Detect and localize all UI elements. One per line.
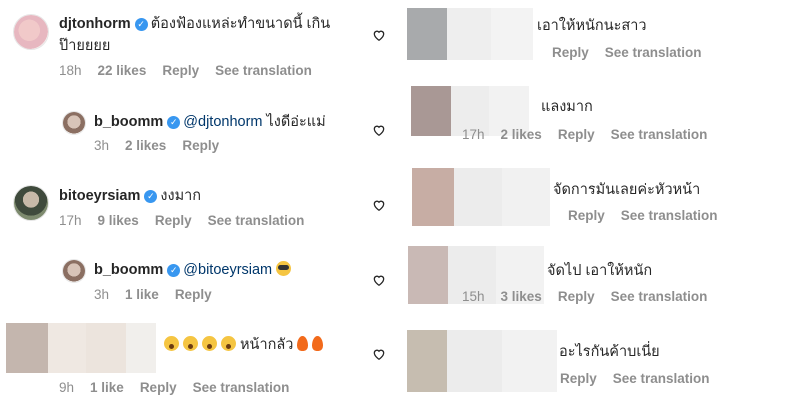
censored-username-block: [407, 8, 533, 60]
mention-link[interactable]: @bitoeyrsiam: [183, 262, 272, 278]
username[interactable]: b_boomm: [94, 114, 163, 130]
comment-text: อะไรกันค้าบเนี่ย: [559, 344, 660, 360]
comment-text: จัดไป เอาให้หนัก: [547, 263, 653, 279]
see-translation-button[interactable]: See translation: [215, 63, 312, 78]
see-translation-button[interactable]: See translation: [611, 127, 708, 142]
comment-time: 9h: [59, 380, 75, 395]
verified-badge-icon: ✓: [144, 190, 158, 203]
censored-username-block: [407, 330, 557, 392]
verified-badge-icon: ✓: [167, 264, 181, 277]
surprised-emoji-icon: [183, 336, 198, 351]
comment-time: 18h: [59, 63, 82, 78]
comment-time: 15h: [462, 289, 485, 304]
surprised-emoji-icon: [164, 336, 179, 351]
fire-emoji-icon: [312, 336, 324, 351]
heart-icon[interactable]: [372, 347, 386, 361]
heart-icon[interactable]: [372, 123, 386, 137]
comment-time: 3h: [94, 287, 110, 302]
likes-count[interactable]: 1 like: [125, 287, 159, 302]
see-translation-button[interactable]: See translation: [613, 371, 710, 386]
heart-icon[interactable]: [372, 198, 386, 212]
censored-username-block: [6, 323, 156, 373]
username[interactable]: djtonhorm: [59, 16, 131, 32]
reply-button[interactable]: Reply: [558, 127, 595, 142]
comment-time: 17h: [59, 213, 82, 228]
likes-count[interactable]: 3 likes: [501, 289, 542, 304]
mention-link[interactable]: @djtonhorm: [183, 114, 262, 130]
avatar[interactable]: [13, 185, 49, 221]
likes-count[interactable]: 2 likes: [125, 138, 166, 153]
likes-count[interactable]: 22 likes: [98, 63, 147, 78]
reply-button[interactable]: Reply: [568, 208, 605, 223]
surprised-emoji-icon: [202, 336, 217, 351]
comment-text: หน้ากลัว: [240, 337, 294, 353]
heart-icon[interactable]: [372, 273, 386, 287]
heart-icon[interactable]: [372, 28, 386, 42]
username[interactable]: b_boomm: [94, 262, 163, 278]
comment-time: 17h: [462, 127, 485, 142]
comment-text: จัดการมันเลยค่ะหัวหน้า: [553, 182, 701, 198]
comment-text: ไงดีอ่ะแม่: [266, 114, 326, 130]
fire-emoji-icon: [297, 336, 309, 351]
column-divider: [398, 0, 399, 402]
see-translation-button[interactable]: See translation: [208, 213, 305, 228]
see-translation-button[interactable]: See translation: [193, 380, 290, 395]
likes-count[interactable]: 1 like: [90, 380, 124, 395]
comment-time: 3h: [94, 138, 110, 153]
censored-username-block: [412, 168, 550, 226]
comment-text: เอาให้หนักนะสาว: [537, 18, 647, 34]
comment-text-continued: ป๊ายยยย: [59, 38, 111, 54]
comment-text: แลงมาก: [541, 99, 593, 115]
avatar[interactable]: [62, 111, 86, 135]
likes-count[interactable]: 9 likes: [98, 213, 139, 228]
avatar[interactable]: [62, 259, 86, 283]
see-translation-button[interactable]: See translation: [611, 289, 708, 304]
reply-button[interactable]: Reply: [162, 63, 199, 78]
verified-badge-icon: ✓: [134, 18, 148, 31]
reply-button[interactable]: Reply: [560, 371, 597, 386]
comment-text: ต้องฟ้องแหล่ะทำขนาดนี้ เกิน: [150, 16, 331, 32]
reply-button[interactable]: Reply: [140, 380, 177, 395]
surprised-emoji-icon: [221, 336, 236, 351]
username[interactable]: bitoeyrsiam: [59, 188, 140, 204]
avatar[interactable]: [13, 14, 49, 50]
reply-button[interactable]: Reply: [175, 287, 212, 302]
see-translation-button[interactable]: See translation: [621, 208, 718, 223]
reply-button[interactable]: Reply: [552, 45, 589, 60]
verified-badge-icon: ✓: [167, 116, 181, 129]
likes-count[interactable]: 2 likes: [501, 127, 542, 142]
see-translation-button[interactable]: See translation: [605, 45, 702, 60]
reply-button[interactable]: Reply: [182, 138, 219, 153]
reply-button[interactable]: Reply: [558, 289, 595, 304]
comment-text: งงมาก: [160, 188, 202, 204]
reply-button[interactable]: Reply: [155, 213, 192, 228]
sunglasses-emoji-icon: [276, 261, 292, 276]
